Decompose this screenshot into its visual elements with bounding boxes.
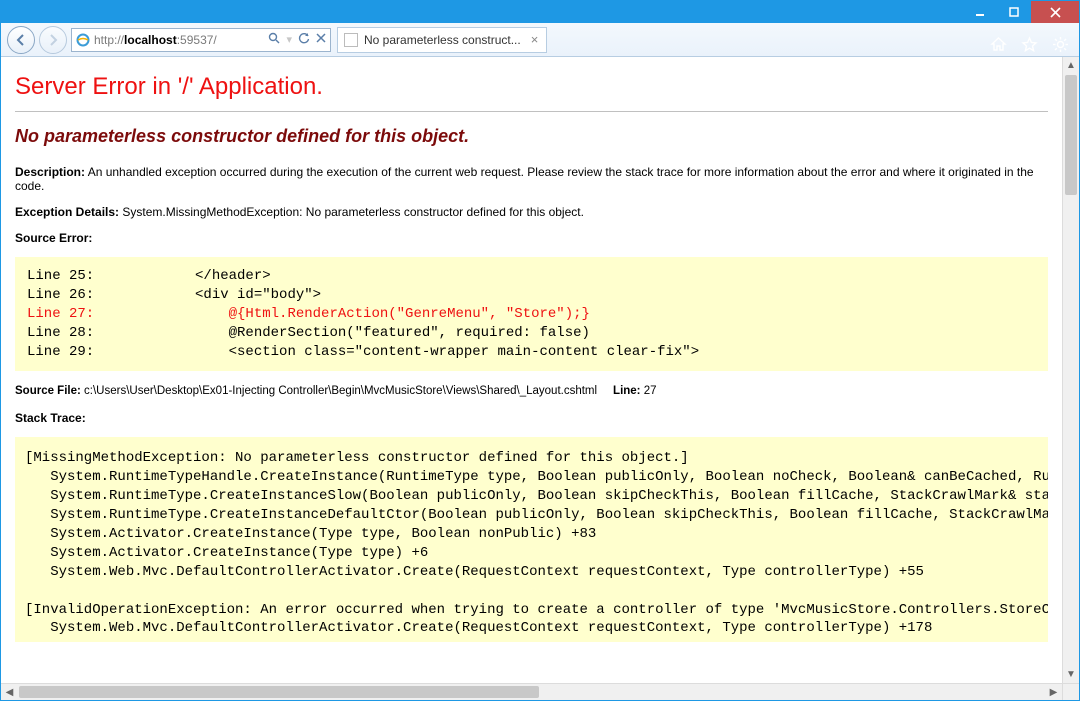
highlighted-line: Line 27: @{Html.RenderAction("GenreMenu"… [27,306,590,322]
source-file-line: Source File: c:\Users\User\Desktop\Ex01-… [15,385,1048,397]
scroll-left-icon[interactable]: ◀ [1,684,18,700]
scroll-down-icon[interactable]: ▼ [1063,666,1079,683]
tab-title: No parameterless construct... [364,33,521,47]
description-line: Description: An unhandled exception occu… [15,165,1048,193]
source-file-label: Source File: [15,385,81,397]
browser-tab[interactable]: No parameterless construct... × [337,27,547,53]
stack-trace-code: [MissingMethodException: No parameterles… [15,437,1048,642]
error-subtitle: No parameterless constructor defined for… [15,126,1048,147]
exception-label: Exception Details: [15,205,119,219]
horizontal-scroll-thumb[interactable] [19,686,539,698]
line-label: Line: [613,385,640,397]
viewport: Server Error in '/' Application. No para… [1,57,1062,683]
url-host: localhost [124,33,177,47]
page-icon [344,33,358,47]
refresh-icon[interactable] [298,32,310,47]
description-text: An unhandled exception occurred during t… [15,165,1034,193]
scroll-corner [1062,683,1079,700]
home-icon[interactable] [990,36,1007,53]
exception-line: Exception Details: System.MissingMethodE… [15,205,1048,219]
source-error-code: Line 25: </header> Line 26: <div id="bod… [15,257,1048,371]
line-number: 27 [644,385,657,397]
stack-trace-label: Stack Trace: [15,411,1048,425]
close-button[interactable] [1031,1,1079,23]
url-scheme: http:// [94,33,124,47]
exception-text: System.MissingMethodException: No parame… [122,205,584,219]
divider [15,111,1048,112]
scroll-right-icon[interactable]: ▶ [1045,684,1062,700]
source-file-path: c:\Users\User\Desktop\Ex01-Injecting Con… [84,385,597,397]
vertical-scroll-thumb[interactable] [1065,75,1077,195]
favorites-icon[interactable] [1021,36,1038,53]
address-bar[interactable]: http://localhost:59537/ ▾ [71,28,331,52]
tools-icon[interactable] [1052,36,1069,53]
tab-close-icon[interactable]: × [531,32,539,47]
address-buttons: ▾ [268,32,326,47]
error-title: Server Error in '/' Application. [15,73,1048,101]
vertical-scrollbar[interactable]: ▲ ▼ [1062,57,1079,683]
forward-button[interactable] [39,26,67,54]
chrome-right-actions [990,27,1069,61]
description-label: Description: [15,165,85,179]
ie-icon [76,33,90,47]
search-icon[interactable] [268,32,280,47]
page-content: Server Error in '/' Application. No para… [1,57,1079,700]
titlebar [1,1,1079,23]
stop-icon[interactable] [316,33,326,46]
back-button[interactable] [7,26,35,54]
toolbar: http://localhost:59537/ ▾ No parameterle… [1,23,1079,57]
horizontal-scrollbar[interactable]: ◀ ▶ [1,683,1062,700]
scroll-up-icon[interactable]: ▲ [1063,57,1079,74]
source-error-label: Source Error: [15,231,1048,245]
browser-window: http://localhost:59537/ ▾ No parameterle… [0,0,1080,701]
url-port: :59537/ [177,33,217,47]
minimize-button[interactable] [963,1,997,23]
maximize-button[interactable] [997,1,1031,23]
